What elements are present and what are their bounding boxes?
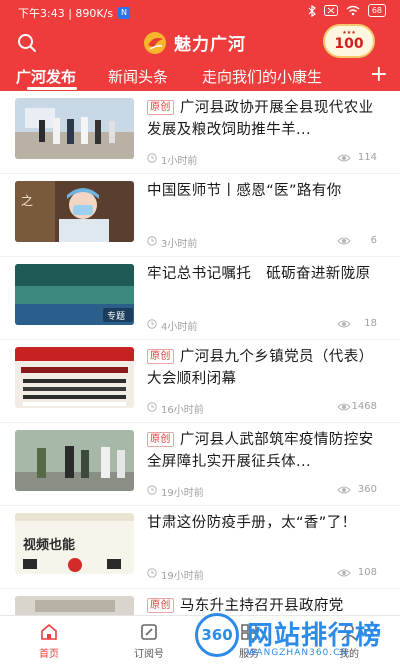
news-time: 19小时前 — [161, 488, 204, 499]
wifi-icon — [346, 5, 360, 16]
news-content: 原创 广河县政协开展全县现代农业发展及粮改饲助推牛羊... — [147, 97, 387, 141]
tab-headlines[interactable]: 新闻头条 — [108, 66, 168, 87]
badge-number: 100 — [334, 36, 364, 52]
home-icon — [41, 623, 57, 640]
news-thumbnail — [15, 430, 134, 491]
news-time: 1小时前 — [161, 156, 198, 167]
clock-icon — [147, 236, 157, 246]
news-item[interactable]: 视频也能 甘肃这份防疫手册，太“香”了！ 19小时前 108 — [0, 506, 400, 589]
news-thumbnail: 视频也能 — [15, 513, 134, 574]
news-thumbnail — [15, 347, 134, 408]
news-content: 中国医师节丨感恩“医”路有你 — [147, 180, 387, 202]
active-tab-indicator — [27, 87, 77, 90]
svg-text:之: 之 — [21, 194, 33, 208]
mute-icon — [323, 5, 338, 16]
nav-subscribe[interactable]: 订阅号 — [114, 622, 184, 660]
news-title: 原创 广河县人武部筑牢疫情防控安全屏障扎实开展征兵体... — [147, 432, 374, 470]
news-item[interactable]: 原创 广河县政协开展全县现代农业发展及粮改饲助推牛羊... 1小时前 114 — [0, 91, 400, 174]
clock-icon — [147, 568, 157, 578]
original-tag: 原创 — [147, 100, 174, 115]
top-bar: 魅力广河 ★★★ 100 — [0, 24, 400, 60]
status-bar: 下午3:43 | 890K/s N 68 — [0, 0, 400, 24]
news-title: 甘肃这份防疫手册，太“香”了！ — [147, 515, 357, 531]
battery-indicator: 68 — [367, 4, 386, 17]
original-tag: 原创 — [147, 598, 174, 613]
clock-icon — [147, 485, 157, 495]
views-eye-icon — [337, 569, 351, 577]
search-icon[interactable] — [17, 33, 37, 53]
views-eye-icon — [337, 154, 351, 162]
nav-home[interactable]: 首页 — [14, 622, 84, 660]
nav-home-label: 首页 — [39, 649, 59, 660]
anniversary-badge[interactable]: ★★★ 100 — [323, 24, 375, 58]
news-item[interactable]: 原创 广河县九个乡镇党员（代表）大会顺利闭幕 16小时前 1468 — [0, 340, 400, 423]
subscribe-icon — [141, 624, 157, 640]
bluetooth-icon — [308, 4, 316, 17]
news-title: 原创 广河县政协开展全县现代农业发展及粮改饲助推牛羊... — [147, 100, 374, 138]
news-views: 6 — [370, 235, 377, 246]
news-content: 牢记总书记嘱托 砥砺奋进新陇原 — [147, 263, 387, 285]
thumb-label: 专题 — [107, 310, 125, 322]
status-time-speed: 下午3:43 | 890K/s — [18, 7, 114, 20]
views-eye-icon — [337, 320, 351, 328]
news-item[interactable]: 原创 广河县人武部筑牢疫情防控安全屏障扎实开展征兵体... 19小时前 360 — [0, 423, 400, 506]
news-thumbnail — [15, 98, 134, 159]
notification-badge-icon: N — [118, 7, 131, 19]
news-content: 原创 广河县九个乡镇党员（代表）大会顺利闭幕 — [147, 346, 387, 390]
clock-icon — [147, 153, 157, 163]
views-eye-icon — [337, 237, 351, 245]
news-item[interactable]: 之 中国医师节丨感恩“医”路有你 3小时前 6 — [0, 174, 400, 257]
news-views: 1468 — [351, 401, 377, 412]
news-item[interactable]: 专题 牢记总书记嘱托 砥砺奋进新陇原 4小时前 18 — [0, 257, 400, 340]
views-eye-icon — [337, 403, 351, 411]
news-title: 牢记总书记嘱托 砥砺奋进新陇原 — [147, 266, 371, 282]
site-watermark: 360 网站排行榜 WANGZHAN360.CN — [195, 611, 400, 666]
news-views: 18 — [364, 318, 377, 329]
news-meta: 4小时前 18 — [147, 317, 377, 333]
channel-tabs: 广河发布 新闻头条 走向我们的小康生 + — [0, 62, 400, 91]
news-time: 4小时前 — [161, 322, 198, 333]
news-thumbnail — [15, 596, 134, 615]
news-time: 3小时前 — [161, 239, 198, 250]
news-meta: 16小时前 1468 — [147, 400, 377, 416]
app-logo: 魅力广河 — [142, 30, 246, 55]
news-views: 108 — [357, 567, 377, 578]
news-feed: 原创 广河县政协开展全县现代农业发展及粮改饲助推牛羊... 1小时前 114 之 … — [0, 91, 400, 615]
watermark-text: 网站排行榜 — [247, 621, 383, 651]
clock-icon — [147, 319, 157, 329]
news-time: 19小时前 — [161, 571, 204, 582]
news-thumbnail: 之 — [15, 181, 134, 242]
watermark-url: WANGZHAN360.CN — [247, 648, 349, 658]
original-tag: 原创 — [147, 432, 174, 447]
clock-icon — [147, 402, 157, 412]
news-views: 114 — [357, 152, 377, 163]
original-tag: 原创 — [147, 349, 174, 364]
news-meta: 1小时前 114 — [147, 151, 377, 167]
news-meta: 19小时前 108 — [147, 566, 377, 582]
tab-xiaokang[interactable]: 走向我们的小康生 — [202, 66, 322, 87]
news-content: 原创 广河县人武部筑牢疫情防控安全屏障扎实开展征兵体... — [147, 429, 387, 473]
news-views: 360 — [357, 484, 377, 495]
tab-guanghe-release[interactable]: 广河发布 — [16, 66, 76, 87]
watermark-logo: 360 — [195, 613, 239, 657]
app-header: 下午3:43 | 890K/s N 68 魅力广河 ★★★ 100 广河发布 新… — [0, 0, 400, 91]
news-meta: 3小时前 6 — [147, 234, 377, 250]
news-title: 原创 广河县九个乡镇党员（代表）大会顺利闭幕 — [147, 349, 374, 387]
thumb-label: 视频也能 — [23, 537, 75, 553]
news-time: 16小时前 — [161, 405, 204, 416]
news-thumbnail: 专题 — [15, 264, 134, 325]
news-meta: 19小时前 360 — [147, 483, 377, 499]
logo-mark-icon — [144, 31, 166, 54]
views-eye-icon — [337, 486, 351, 494]
news-title: 中国医师节丨感恩“医”路有你 — [147, 183, 342, 199]
news-content: 甘肃这份防疫手册，太“香”了！ — [147, 512, 387, 534]
app-name: 魅力广河 — [174, 35, 246, 55]
nav-subscribe-label: 订阅号 — [134, 649, 164, 660]
add-channel-button[interactable]: + — [370, 62, 388, 88]
